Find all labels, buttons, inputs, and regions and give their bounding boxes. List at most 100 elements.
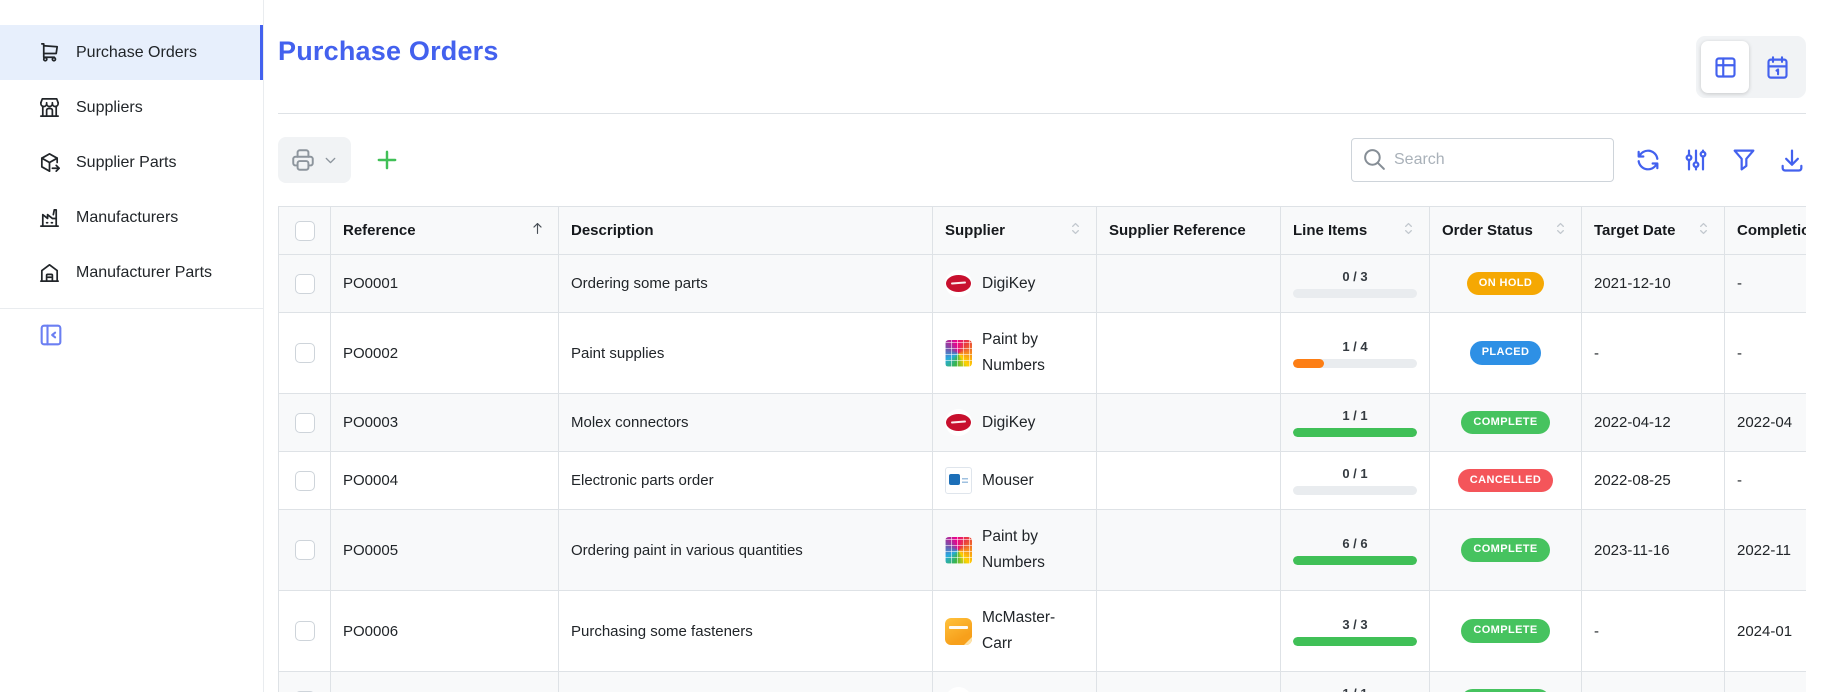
- supplier-name: DigiKey: [982, 410, 1035, 436]
- line-items-count: 0 / 3: [1342, 269, 1367, 284]
- column-header[interactable]: Order Status: [1430, 207, 1582, 255]
- sidebar-item-supplier-parts[interactable]: Supplier Parts: [0, 135, 263, 190]
- panel-collapse-icon: [37, 321, 65, 349]
- supplier-cell: McMaster-Carr: [933, 591, 1097, 672]
- sort-toggle-icon[interactable]: [1552, 220, 1569, 241]
- supplier-reference-cell: [1097, 510, 1281, 591]
- table-row[interactable]: PO0004 Electronic parts order Mouser 0 /…: [279, 452, 1807, 510]
- column-header[interactable]: Supplier: [933, 207, 1097, 255]
- table-row[interactable]: PO0005 Ordering paint in various quantit…: [279, 510, 1807, 591]
- table-row[interactable]: PO0002 Paint supplies Paint by Numbers 1…: [279, 313, 1807, 394]
- sidebar-item-suppliers[interactable]: Suppliers: [0, 80, 263, 135]
- row-checkbox[interactable]: [295, 621, 315, 641]
- supplier-reference-cell: [1097, 452, 1281, 510]
- line-items-cell: 0 / 1: [1281, 452, 1430, 510]
- description-cell: Molex connectors: [559, 394, 933, 452]
- completion-date-cell: -: [1725, 452, 1807, 510]
- sort-ascending-icon[interactable]: [529, 220, 546, 241]
- supplier-reference-cell: [1097, 394, 1281, 452]
- sort-toggle-icon[interactable]: [1067, 220, 1084, 241]
- page-header: Purchase Orders: [278, 36, 1806, 98]
- reference-cell: PO0004: [331, 452, 559, 510]
- refresh-button[interactable]: [1634, 146, 1662, 174]
- print-actions-button[interactable]: [278, 137, 351, 183]
- completion-date-cell: 2022-04: [1725, 394, 1807, 452]
- sidebar-collapse-button[interactable]: [36, 321, 66, 351]
- column-header[interactable]: Supplier Reference: [1097, 207, 1281, 255]
- sidebar-divider: [0, 308, 263, 309]
- download-button[interactable]: [1778, 146, 1806, 174]
- supplier-cell: Paint by Numbers: [933, 313, 1097, 394]
- sidebar-item-label: Supplier Parts: [76, 154, 177, 172]
- status-badge: ON HOLD: [1467, 272, 1545, 295]
- calendar-view-button[interactable]: [1753, 41, 1801, 93]
- printer-icon: [290, 147, 316, 173]
- row-select-cell: [279, 313, 331, 394]
- search-input[interactable]: [1351, 138, 1614, 182]
- select-all-checkbox[interactable]: [295, 221, 315, 241]
- column-settings-button[interactable]: [1682, 146, 1710, 174]
- status-badge: PLACED: [1470, 341, 1542, 364]
- supplier-cell: Paint by Numbers: [933, 510, 1097, 591]
- table-view-button[interactable]: [1701, 41, 1749, 93]
- progress-fill: [1293, 428, 1417, 437]
- column-header-label: Reference: [343, 222, 416, 239]
- sort-toggle-icon[interactable]: [1400, 220, 1417, 241]
- header-divider: [278, 113, 1806, 114]
- sidebar-item-manufacturer-parts[interactable]: Manufacturer Parts: [0, 245, 263, 300]
- package-export-icon: [38, 151, 61, 174]
- mcmaster-logo: [945, 618, 972, 645]
- column-header[interactable]: Reference: [331, 207, 559, 255]
- table-row[interactable]: PO0007 Molex connectors DigiKey 1 / 1 CO…: [279, 672, 1807, 692]
- order-status-cell: COMPLETE: [1430, 510, 1582, 591]
- table-header: Reference Description Supplier Supplier …: [279, 207, 1807, 255]
- row-checkbox[interactable]: [295, 413, 315, 433]
- status-badge: COMPLETE: [1461, 538, 1549, 561]
- row-select-cell: [279, 672, 331, 692]
- chevron-down-icon: [322, 152, 339, 169]
- line-items-count: 1 / 1: [1342, 686, 1367, 692]
- line-items-cell: 1 / 1: [1281, 394, 1430, 452]
- table-row[interactable]: PO0003 Molex connectors DigiKey 1 / 1 CO…: [279, 394, 1807, 452]
- completion-date-cell: 2022-11: [1725, 510, 1807, 591]
- mouser-logo: [945, 467, 972, 494]
- add-purchase-order-button[interactable]: [373, 146, 401, 174]
- row-checkbox[interactable]: [295, 540, 315, 560]
- reference-cell: PO0005: [331, 510, 559, 591]
- row-checkbox[interactable]: [295, 471, 315, 491]
- order-status-cell: CANCELLED: [1430, 452, 1582, 510]
- sidebar-item-manufacturers[interactable]: Manufacturers: [0, 190, 263, 245]
- supplier-name: McMaster-Carr: [982, 605, 1084, 657]
- line-items-cell: 3 / 3: [1281, 591, 1430, 672]
- sidebar-item-purchase-orders[interactable]: Purchase Orders: [0, 25, 263, 80]
- sidebar-item-label: Manufacturers: [76, 209, 178, 227]
- table-body: PO0001 Ordering some parts DigiKey 0 / 3…: [279, 255, 1807, 692]
- column-header[interactable]: Target Date: [1582, 207, 1725, 255]
- row-checkbox[interactable]: [295, 343, 315, 363]
- completion-date-cell: -: [1725, 255, 1807, 313]
- purchase-orders-table: Reference Description Supplier Supplier …: [278, 206, 1806, 692]
- column-header[interactable]: Completion Date: [1725, 207, 1807, 255]
- progress-bar: [1293, 486, 1417, 495]
- sort-toggle-icon[interactable]: [1695, 220, 1712, 241]
- filter-button[interactable]: [1730, 146, 1758, 174]
- column-header[interactable]: Description: [559, 207, 933, 255]
- status-badge: CANCELLED: [1458, 469, 1553, 492]
- table-row[interactable]: PO0006 Purchasing some fasteners McMaste…: [279, 591, 1807, 672]
- row-checkbox[interactable]: [295, 274, 315, 294]
- sidebar-items: Purchase Orders Suppliers Supplier Parts…: [0, 25, 263, 300]
- column-header[interactable]: Line Items: [1281, 207, 1430, 255]
- row-select-cell: [279, 255, 331, 313]
- line-items-count: 1 / 4: [1342, 339, 1367, 354]
- search-icon: [1362, 147, 1387, 172]
- supplier-cell: DigiKey: [933, 672, 1097, 692]
- row-select-cell: [279, 510, 331, 591]
- description-cell: Molex connectors: [559, 672, 933, 692]
- table-row[interactable]: PO0001 Ordering some parts DigiKey 0 / 3…: [279, 255, 1807, 313]
- calendar-icon: [1764, 54, 1791, 81]
- table-toolbar: [278, 136, 1806, 184]
- row-select-cell: [279, 452, 331, 510]
- line-items-cell: 0 / 3: [1281, 255, 1430, 313]
- line-items-cell: 1 / 1: [1281, 672, 1430, 692]
- warehouse-icon: [38, 261, 61, 284]
